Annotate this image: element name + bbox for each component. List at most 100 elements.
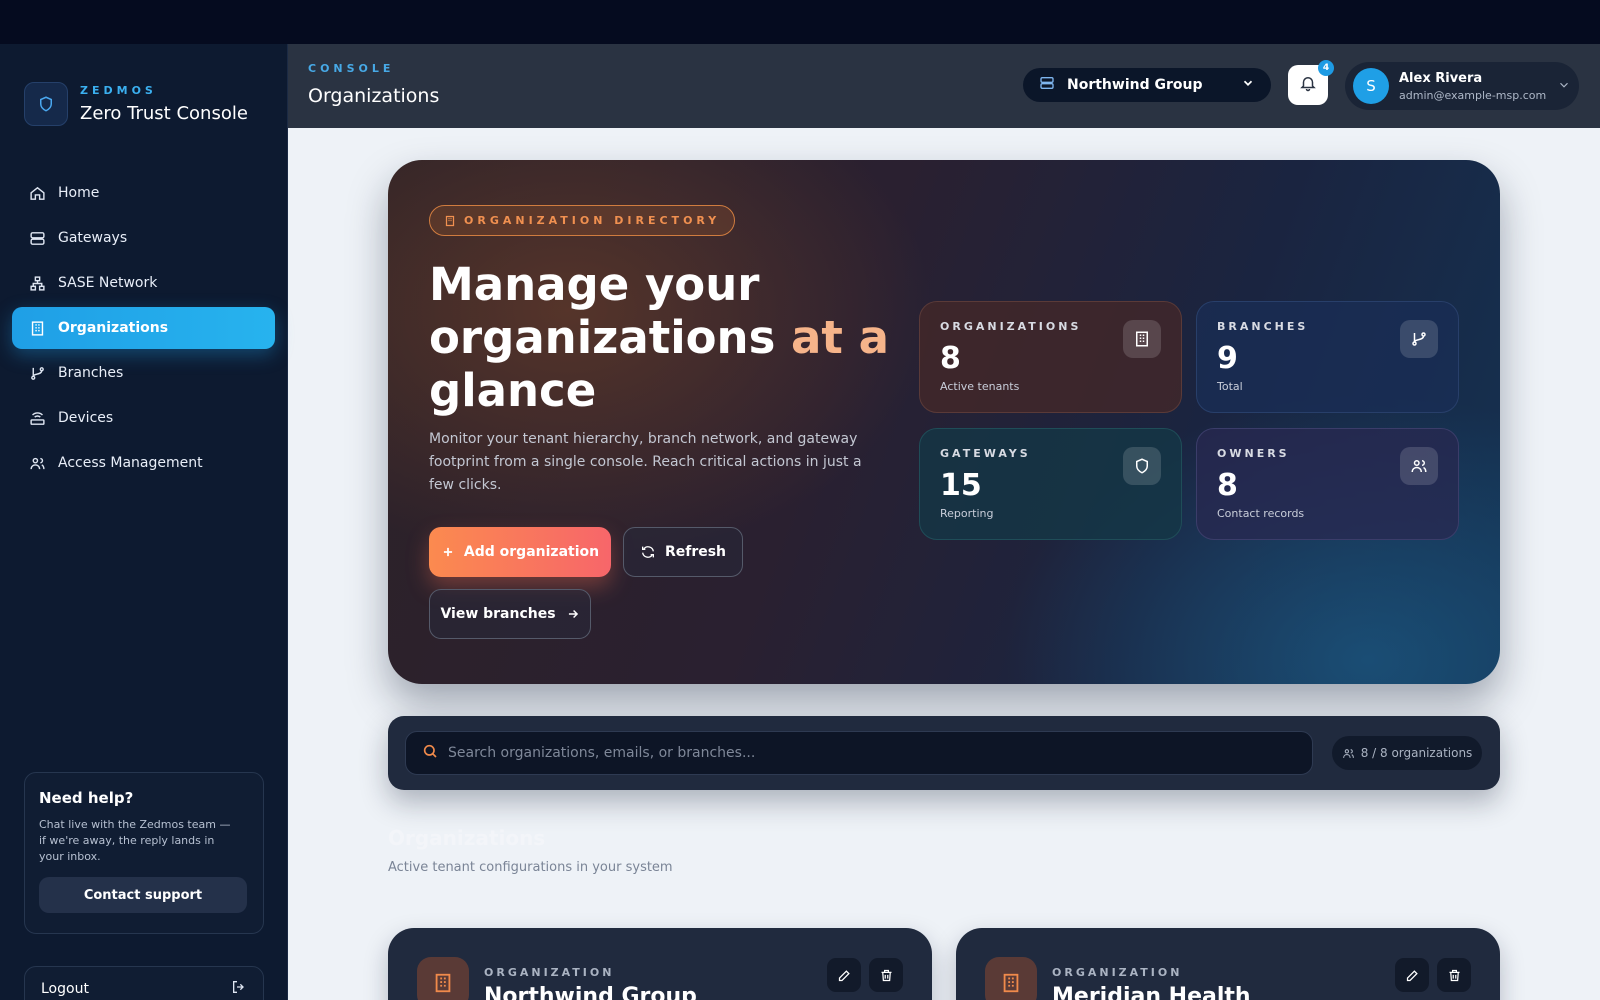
- page-title: Organizations: [308, 85, 440, 107]
- sidebar-nav: Home Gateways SASE Network Organizations…: [12, 172, 275, 487]
- organization-select[interactable]: Northwind Group: [1023, 68, 1271, 102]
- directory-badge-label: ORGANIZATION DIRECTORY: [464, 214, 721, 227]
- brand-eyebrow: ZEDMOS: [80, 84, 157, 97]
- organization-count: 8 / 8 organizations: [1360, 746, 1473, 760]
- organization-name: Meridian Health: [1052, 984, 1251, 1000]
- hero-title-part1: Manage your organizations: [429, 258, 792, 364]
- sidebar-item-label: Gateways: [58, 230, 128, 246]
- header: CONSOLE Organizations Northwind Group 4 …: [288, 44, 1600, 128]
- organization-card[interactable]: ORGANIZATION Northwind Group: [388, 928, 932, 1000]
- sidebar-item-access-management[interactable]: Access Management: [12, 442, 275, 484]
- contact-support-button[interactable]: Contact support: [39, 877, 247, 913]
- stat-sub: Total: [1217, 380, 1243, 393]
- server-icon: [28, 229, 46, 247]
- stat-card-gateways: GATEWAYS 15 Reporting: [919, 428, 1182, 540]
- brand-title: Zero Trust Console: [80, 103, 248, 124]
- section-title: Organizations: [388, 826, 546, 850]
- server-icon: [1039, 75, 1055, 95]
- network-icon: [28, 274, 46, 292]
- edit-button[interactable]: [827, 958, 861, 992]
- logout-icon: [231, 979, 247, 999]
- hero-title-part2: glance: [429, 364, 597, 417]
- add-organization-button[interactable]: Add organization: [429, 527, 611, 577]
- notification-count-badge: 4: [1318, 60, 1334, 76]
- hero-panel: ORGANIZATION DIRECTORY Manage your organ…: [388, 160, 1500, 684]
- user-name: Alex Rivera: [1399, 70, 1483, 86]
- organization-select-value: Northwind Group: [1067, 77, 1203, 93]
- building-icon: [1123, 320, 1161, 358]
- logout-button[interactable]: Logout: [24, 966, 264, 1000]
- sidebar-item-gateways[interactable]: Gateways: [12, 217, 275, 259]
- refresh-icon: [640, 544, 656, 560]
- git-branch-icon: [1400, 320, 1438, 358]
- stat-sub: Reporting: [940, 507, 994, 520]
- trash-icon: [1449, 969, 1459, 981]
- search-panel: 8 / 8 organizations: [388, 716, 1500, 790]
- hero-title-accent: at a: [791, 311, 889, 364]
- sidebar-item-label: Organizations: [58, 320, 169, 336]
- notifications-button[interactable]: 4: [1288, 60, 1334, 105]
- stat-sub: Active tenants: [940, 380, 1020, 393]
- delete-button[interactable]: [869, 958, 903, 992]
- shield-logo-icon: [24, 82, 68, 126]
- edit-button[interactable]: [1395, 958, 1429, 992]
- section-subtitle: Active tenant configurations in your sys…: [388, 860, 673, 875]
- hero-title: Manage your organizations at a glance: [429, 258, 889, 417]
- view-branches-label: View branches: [440, 606, 556, 622]
- stat-sub: Contact records: [1217, 507, 1305, 520]
- avatar: S: [1353, 68, 1389, 104]
- stat-card-organizations: ORGANIZATIONS 8 Active tenants: [919, 301, 1182, 413]
- bell-icon: [1299, 74, 1317, 96]
- chevron-down-icon: [1241, 76, 1255, 94]
- search-input[interactable]: [448, 745, 1296, 761]
- organization-eyebrow: ORGANIZATION: [1052, 966, 1183, 979]
- shield-icon: [1123, 447, 1161, 485]
- view-branches-button[interactable]: View branches: [429, 589, 591, 639]
- directory-badge: ORGANIZATION DIRECTORY: [429, 205, 736, 236]
- pencil-icon: [838, 969, 850, 981]
- sidebar-item-sase-network[interactable]: SASE Network: [12, 262, 275, 304]
- building-icon: [444, 215, 456, 227]
- stat-card-branches: BRANCHES 9 Total: [1196, 301, 1459, 413]
- git-branch-icon: [28, 364, 46, 382]
- refresh-button[interactable]: Refresh: [623, 527, 743, 577]
- users-icon: [28, 454, 46, 472]
- user-email: admin@example-msp.com: [1399, 88, 1547, 102]
- sidebar-item-organizations[interactable]: Organizations: [12, 307, 275, 349]
- organization-eyebrow: ORGANIZATION: [484, 966, 615, 979]
- top-strip: [0, 0, 1600, 44]
- help-card: Need help? Chat live with the Zedmos tea…: [24, 772, 264, 934]
- search-icon: [422, 743, 438, 763]
- organization-count-badge: 8 / 8 organizations: [1332, 736, 1482, 770]
- sidebar: ZEDMOS Zero Trust Console Home Gateways …: [0, 44, 288, 1000]
- user-menu[interactable]: S Alex Rivera admin@example-msp.com: [1345, 62, 1579, 110]
- delete-button[interactable]: [1437, 958, 1471, 992]
- building-icon: [28, 319, 46, 337]
- sidebar-item-label: SASE Network: [58, 275, 158, 291]
- organization-card[interactable]: ORGANIZATION Meridian Health: [956, 928, 1500, 1000]
- router-icon: [28, 409, 46, 427]
- plus-icon: [441, 545, 455, 559]
- search-field[interactable]: [405, 731, 1313, 775]
- help-title: Need help?: [39, 789, 134, 807]
- home-icon: [28, 184, 46, 202]
- logout-label: Logout: [41, 981, 89, 997]
- add-organization-label: Add organization: [463, 544, 600, 560]
- stat-card-owners: OWNERS 8 Contact records: [1196, 428, 1459, 540]
- header-eyebrow: CONSOLE: [308, 62, 395, 75]
- pencil-icon: [1406, 969, 1418, 981]
- sidebar-item-home[interactable]: Home: [12, 172, 275, 214]
- sidebar-item-devices[interactable]: Devices: [12, 397, 275, 439]
- users-icon: [1342, 747, 1355, 760]
- sidebar-item-branches[interactable]: Branches: [12, 352, 275, 394]
- help-text: Chat live with the Zedmos team — if we'r…: [39, 818, 231, 863]
- sidebar-item-label: Home: [58, 185, 100, 201]
- trash-icon: [881, 969, 891, 981]
- sidebar-item-label: Access Management: [58, 455, 203, 471]
- building-icon: [985, 957, 1037, 1000]
- building-icon: [417, 957, 469, 1000]
- organization-name: Northwind Group: [484, 984, 697, 1000]
- brand[interactable]: ZEDMOS Zero Trust Console: [24, 82, 248, 126]
- sidebar-item-label: Branches: [58, 365, 124, 381]
- sidebar-item-label: Devices: [58, 410, 114, 426]
